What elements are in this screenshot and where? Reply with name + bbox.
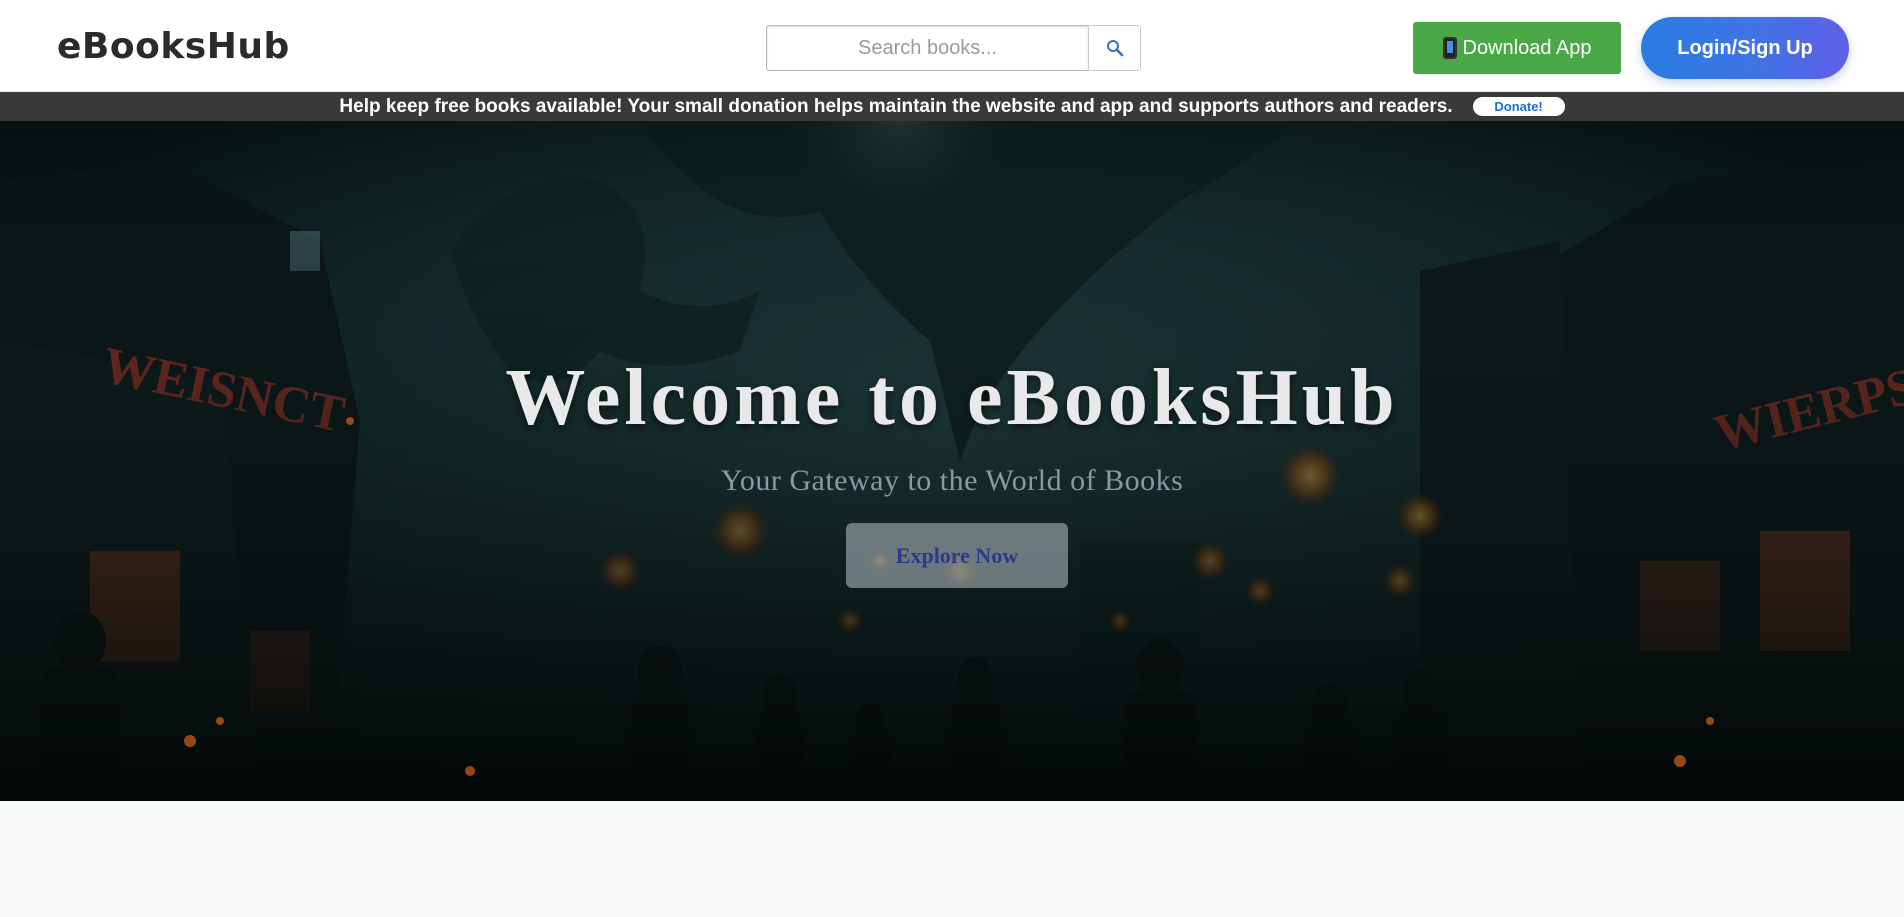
search-button[interactable] [1088, 25, 1141, 71]
download-app-button[interactable]: Download App [1413, 22, 1621, 74]
hero-title: Welcome to eBooksHub [505, 354, 1399, 442]
magnifier-icon [1106, 40, 1123, 57]
content-section [0, 801, 1904, 917]
login-signup-button[interactable]: Login/Sign Up [1641, 17, 1849, 79]
site-header: eBooksHub Download App Login/Sign Up [0, 0, 1904, 92]
donation-message: Help keep free books available! Your sma… [339, 95, 1453, 117]
search-bar [766, 25, 1141, 71]
phone-icon [1442, 37, 1457, 59]
download-app-label: Download App [1462, 36, 1592, 59]
site-logo[interactable]: eBooksHub [57, 26, 290, 67]
donation-banner: Help keep free books available! Your sma… [0, 92, 1904, 121]
hero-overlay [0, 121, 1904, 801]
hero-section: WEISNCT WIERPS [0, 121, 1904, 801]
donate-button[interactable]: Donate! [1472, 97, 1565, 116]
hero-subtitle: Your Gateway to the World of Books [720, 464, 1184, 497]
search-input[interactable] [766, 25, 1088, 71]
explore-now-button[interactable]: Explore Now [846, 523, 1068, 588]
